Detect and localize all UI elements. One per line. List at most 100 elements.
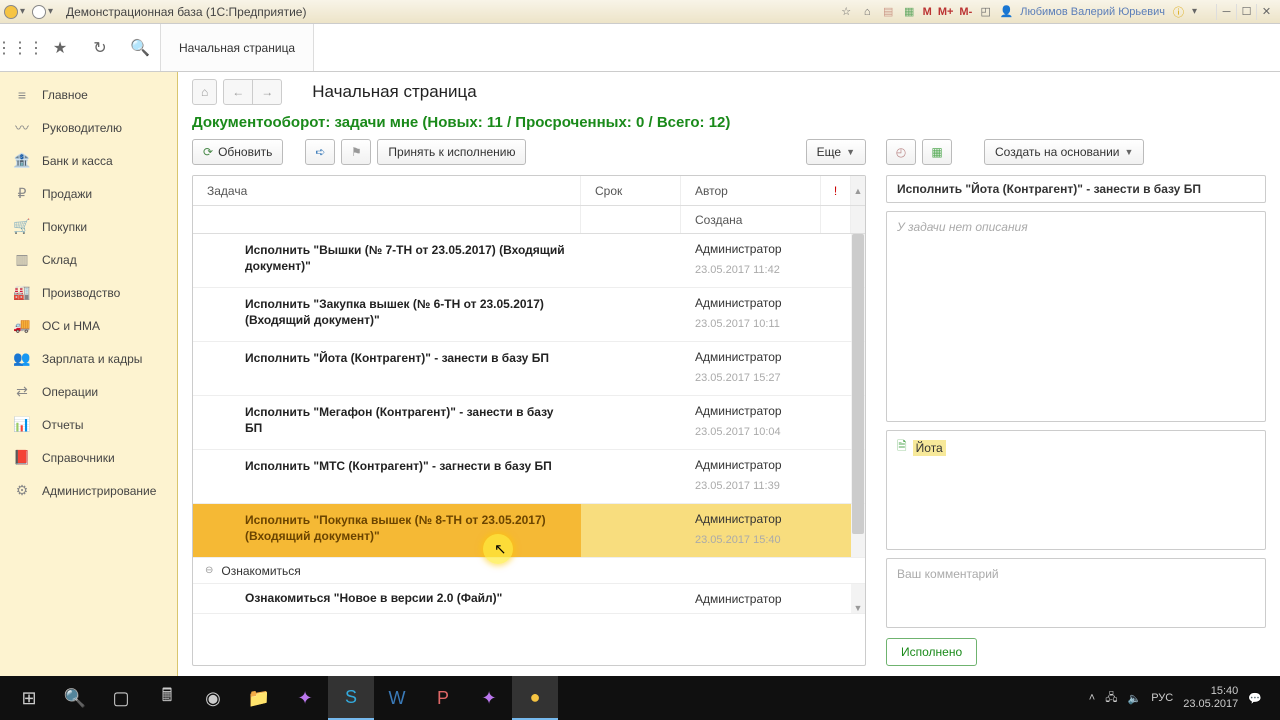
start-button[interactable]: ⊞ bbox=[6, 676, 52, 720]
detail-description: У задачи нет описания bbox=[886, 211, 1266, 422]
apps-button[interactable]: ⋮⋮⋮ bbox=[0, 24, 40, 71]
sidebar-label: Зарплата и кадры bbox=[42, 352, 142, 366]
task-row[interactable]: Исполнить "Покупка вышек (№ 8-ТН от 23.0… bbox=[193, 504, 865, 558]
nav-back-button[interactable]: ← bbox=[223, 79, 253, 105]
tray-chevron-icon[interactable]: ˄ bbox=[1089, 692, 1095, 704]
refresh-button[interactable]: ⟳ Обновить bbox=[192, 139, 283, 165]
memory-m[interactable]: М bbox=[923, 6, 932, 18]
history-button[interactable]: ↻ bbox=[80, 24, 120, 71]
home-icon[interactable]: ⌂ bbox=[860, 4, 875, 19]
sidebar-label: Операции bbox=[42, 385, 98, 399]
tray-network-icon[interactable]: 🖧 bbox=[1105, 689, 1117, 708]
sidebar-item-2[interactable]: 🏦Банк и касса bbox=[0, 144, 177, 177]
nav-home-button[interactable]: ⌂ bbox=[192, 79, 217, 105]
sidebar-label: Покупки bbox=[42, 220, 87, 234]
group-header[interactable]: ⊖Ознакомиться bbox=[193, 558, 865, 584]
col-priority[interactable]: ! bbox=[821, 176, 851, 205]
window-title: Демонстрационная база (1С:Предприятие) bbox=[66, 5, 306, 19]
taskview-button[interactable]: ▢ bbox=[98, 676, 144, 720]
detail-title: Исполнить "Йота (Контрагент)" - занести … bbox=[886, 175, 1266, 203]
app-1c[interactable]: ● bbox=[512, 676, 558, 720]
sidebar-item-5[interactable]: ▥Склад bbox=[0, 243, 177, 276]
calc-icon[interactable]: ▦ bbox=[902, 4, 917, 19]
task-row[interactable]: Исполнить "Йота (Контрагент)" - занести … bbox=[193, 342, 865, 396]
app-calculator[interactable]: 🖩 bbox=[144, 676, 190, 720]
task-author: Администратор bbox=[695, 350, 807, 364]
sidebar-icon: 🏭 bbox=[12, 284, 32, 301]
info-icon[interactable]: ⓘ bbox=[1171, 4, 1186, 19]
sidebar-label: Склад bbox=[42, 253, 77, 267]
attachment-item[interactable]: 🗎 Йота bbox=[897, 437, 946, 458]
forward-task-button[interactable]: ➪ bbox=[305, 139, 335, 165]
task-created: 23.05.2017 15:40 bbox=[695, 534, 807, 546]
app-purple1[interactable]: ✦ bbox=[282, 676, 328, 720]
secondary-dropdown-icon[interactable]: ▾ bbox=[48, 6, 58, 17]
sidebar-item-10[interactable]: 📊Отчеты bbox=[0, 408, 177, 441]
scroll-up[interactable]: ▲ bbox=[851, 176, 865, 205]
open-button[interactable]: ◴ bbox=[886, 139, 916, 165]
favorites-button[interactable]: ★ bbox=[40, 24, 80, 71]
task-row[interactable]: Исполнить "Закупка вышек (№ 6-ТН от 23.0… bbox=[193, 288, 865, 342]
task-row[interactable]: Исполнить "Мегафон (Контрагент)" - занес… bbox=[193, 396, 865, 450]
tab-label: Начальная страница bbox=[179, 41, 295, 55]
sidebar-item-6[interactable]: 🏭Производство bbox=[0, 276, 177, 309]
tray-clock[interactable]: 15:40 23.05.2017 bbox=[1183, 685, 1238, 711]
sidebar-item-1[interactable]: 〰Руководителю bbox=[0, 111, 177, 144]
mark-button[interactable]: ⚑ bbox=[341, 139, 371, 165]
user-name[interactable]: Любимов Валерий Юрьевич bbox=[1020, 6, 1165, 18]
task-row[interactable]: Ознакомиться "Новое в версии 2.0 (Файл)"… bbox=[193, 584, 865, 614]
sidebar-item-11[interactable]: 📕Справочники bbox=[0, 441, 177, 474]
app-explorer[interactable]: 📁 bbox=[236, 676, 282, 720]
accept-button[interactable]: Принять к исполнению bbox=[377, 139, 526, 165]
sidebar-item-12[interactable]: ⚙Администрирование bbox=[0, 474, 177, 507]
sidebar-item-3[interactable]: ₽Продажи bbox=[0, 177, 177, 210]
sidebar-icon: 〰 bbox=[12, 118, 32, 138]
app-powerpoint[interactable]: P bbox=[420, 676, 466, 720]
tasks-table: Задача Срок Автор ! ▲ Создана Исполнить bbox=[192, 175, 866, 666]
memory-m-plus[interactable]: М+ bbox=[938, 6, 954, 18]
window-close[interactable]: ✕ bbox=[1256, 4, 1276, 20]
app-word[interactable]: W bbox=[374, 676, 420, 720]
task-row[interactable]: Исполнить "Вышки (№ 7-ТН от 23.05.2017) … bbox=[193, 234, 865, 288]
task-text: Исполнить "Покупка вышек (№ 8-ТН от 23.0… bbox=[245, 512, 567, 544]
scrollbar-thumb[interactable] bbox=[852, 234, 864, 534]
fav-icon[interactable]: ☆ bbox=[839, 4, 854, 19]
app-chrome[interactable]: ◉ bbox=[190, 676, 236, 720]
task-text: Исполнить "Закупка вышек (№ 6-ТН от 23.0… bbox=[245, 296, 567, 328]
tray-language[interactable]: РУС bbox=[1151, 692, 1173, 704]
col-created[interactable]: Создана bbox=[681, 206, 821, 233]
panel-icon[interactable]: ◰ bbox=[978, 4, 993, 19]
memory-m-minus[interactable]: М- bbox=[959, 6, 972, 18]
col-author[interactable]: Автор bbox=[681, 176, 821, 205]
window-maximize[interactable]: ☐ bbox=[1236, 4, 1256, 20]
task-row[interactable]: Исполнить "МТС (Контрагент)" - загнести … bbox=[193, 450, 865, 504]
comment-input[interactable]: Ваш комментарий bbox=[886, 558, 1266, 628]
create-based-button[interactable]: Создать на основании ▼ bbox=[984, 139, 1144, 165]
sidebar-item-8[interactable]: 👥Зарплата и кадры bbox=[0, 342, 177, 375]
col-task[interactable]: Задача bbox=[193, 176, 581, 205]
sidebar-item-7[interactable]: 🚚ОС и НМА bbox=[0, 309, 177, 342]
info-dropdown-icon[interactable]: ▾ bbox=[1192, 6, 1202, 17]
sidebar-label: Продажи bbox=[42, 187, 92, 201]
col-due[interactable]: Срок bbox=[581, 176, 681, 205]
task-text: Исполнить "Вышки (№ 7-ТН от 23.05.2017) … bbox=[245, 242, 567, 274]
collapse-icon: ⊖ bbox=[205, 565, 213, 576]
tray-volume-icon[interactable]: 🔈 bbox=[1128, 692, 1142, 705]
export-button[interactable]: ▦ bbox=[922, 139, 952, 165]
notes-icon[interactable]: ▤ bbox=[881, 4, 896, 19]
sidebar-item-9[interactable]: ⇄Операции bbox=[0, 375, 177, 408]
search-taskbar[interactable]: 🔍 bbox=[52, 676, 98, 720]
tray-notifications-icon[interactable]: 💬 bbox=[1248, 692, 1262, 705]
app-skype[interactable]: S bbox=[328, 676, 374, 720]
scroll-down[interactable]: ▼ bbox=[851, 584, 865, 613]
sidebar-item-4[interactable]: 🛒Покупки bbox=[0, 210, 177, 243]
nav-forward-button[interactable]: → bbox=[253, 79, 282, 105]
more-button[interactable]: Еще ▼ bbox=[806, 139, 866, 165]
app-dropdown-icon[interactable]: ▾ bbox=[20, 6, 30, 17]
done-button[interactable]: Исполнено bbox=[886, 638, 977, 666]
window-minimize[interactable]: ─ bbox=[1216, 4, 1236, 20]
sidebar-item-0[interactable]: ≡Главное bbox=[0, 78, 177, 111]
search-button[interactable]: 🔍 bbox=[120, 24, 160, 71]
tab-start-page[interactable]: Начальная страница bbox=[160, 24, 314, 71]
app-purple2[interactable]: ✦ bbox=[466, 676, 512, 720]
